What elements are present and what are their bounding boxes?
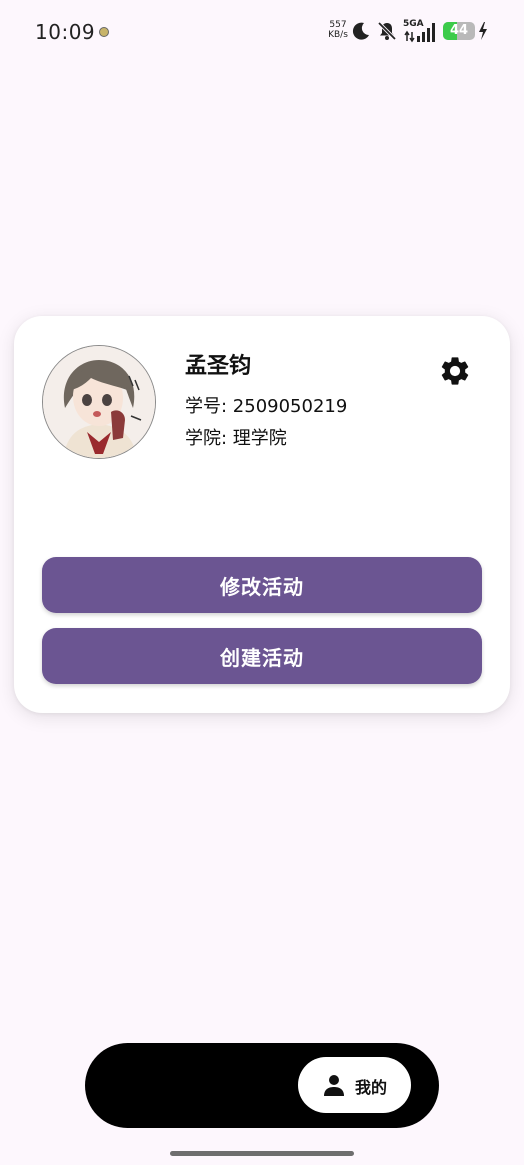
bottom-nav: 我的 bbox=[85, 1043, 439, 1128]
battery-icon: 44 bbox=[443, 22, 475, 40]
avatar-illustration bbox=[43, 346, 155, 458]
person-icon bbox=[324, 1075, 344, 1096]
user-name: 孟圣钧 bbox=[185, 354, 252, 379]
profile-card: 孟圣钧 学号: 2509050219 学院: 理学院 修改活动 创建活动 bbox=[14, 316, 510, 713]
moon-icon bbox=[352, 22, 369, 40]
college: 学院: 理学院 bbox=[185, 428, 287, 449]
signal-icon bbox=[404, 23, 435, 43]
create-activity-button[interactable]: 创建活动 bbox=[42, 628, 482, 684]
network-speed-value: 557 bbox=[329, 20, 347, 30]
edit-activity-button[interactable]: 修改活动 bbox=[42, 557, 482, 613]
mute-icon bbox=[377, 21, 397, 41]
charging-icon bbox=[479, 22, 487, 40]
network-speed: 557 KB/s bbox=[326, 20, 350, 40]
nav-item-mine[interactable]: 我的 bbox=[298, 1057, 411, 1113]
student-id: 学号: 2509050219 bbox=[185, 396, 348, 417]
gear-icon[interactable] bbox=[438, 354, 472, 388]
signal-indicator: 5GA bbox=[403, 19, 439, 43]
avatar[interactable] bbox=[42, 345, 156, 459]
nav-label-mine: 我的 bbox=[355, 1078, 388, 1097]
network-speed-unit: KB/s bbox=[328, 30, 348, 40]
home-indicator[interactable] bbox=[170, 1151, 354, 1156]
status-bar: 10:09 557 KB/s 5GA 44 bbox=[0, 0, 524, 64]
status-time: 10:09 bbox=[35, 20, 96, 44]
battery-level: 44 bbox=[449, 23, 469, 38]
notification-dot-icon bbox=[99, 27, 109, 37]
